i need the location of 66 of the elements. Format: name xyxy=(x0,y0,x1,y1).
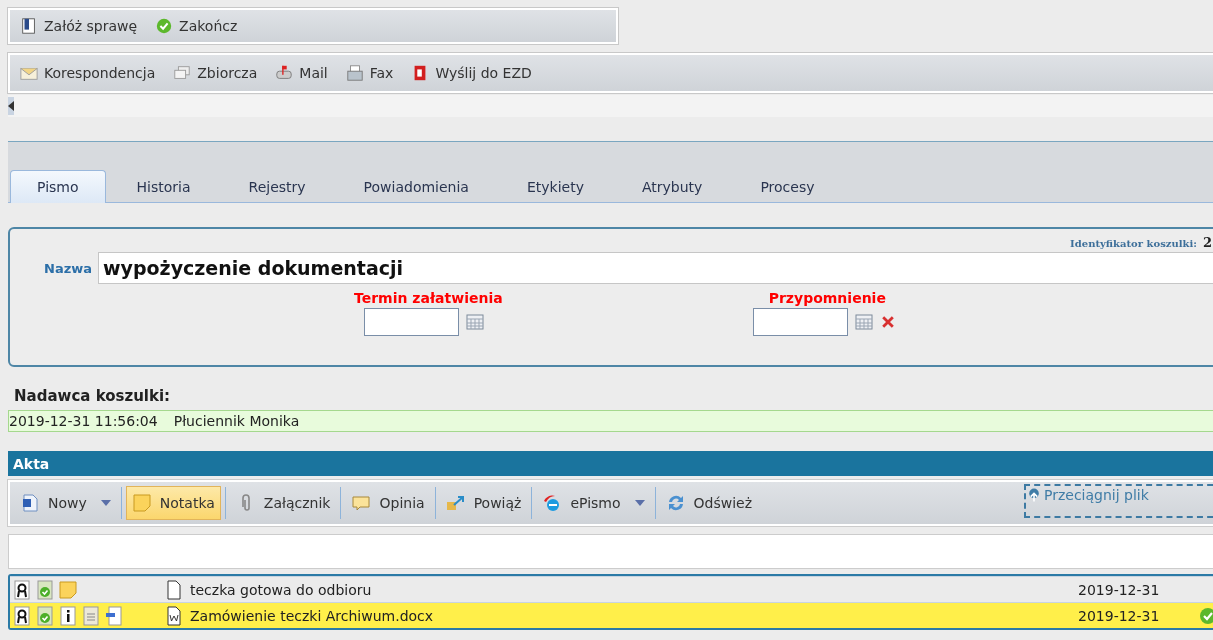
toolbar-button[interactable]: Fax xyxy=(345,64,394,82)
name-label: Nazwa xyxy=(44,260,92,276)
tab[interactable]: Atrybuty xyxy=(614,170,730,203)
identifier-label: Identyfikator koszulki: xyxy=(1070,238,1197,249)
caret-icon xyxy=(100,500,111,506)
name-field[interactable]: wypożyczenie dokumentacji xyxy=(98,252,1213,284)
tab[interactable]: Pismo xyxy=(10,170,106,203)
due-date-label: Termin załatwienia xyxy=(354,290,503,306)
toolbar-button[interactable]: Załóż sprawę xyxy=(20,17,138,35)
due-date-field[interactable] xyxy=(364,308,459,336)
file-name: teczka gotowa do odbioru xyxy=(189,581,373,598)
ribbon-icon xyxy=(12,579,32,600)
sticky-note-icon xyxy=(58,579,78,600)
tab[interactable]: Powiadomienia xyxy=(336,170,496,203)
collapse-button[interactable] xyxy=(8,97,14,115)
identifier-value: 2 xyxy=(1202,235,1212,250)
check-icon xyxy=(1198,605,1213,626)
file-date: 2019-12-31 xyxy=(1078,581,1161,598)
caret-icon xyxy=(634,500,645,506)
filter-field[interactable] xyxy=(8,534,1213,569)
file-row[interactable]: Zamówienie teczki Archiwum.docx 2019-12-31 xyxy=(10,602,1213,628)
fax-icon xyxy=(345,64,364,82)
check-icon xyxy=(155,17,174,35)
calendar-icon xyxy=(853,312,874,332)
envelopes-icon xyxy=(173,64,192,82)
tab[interactable]: Historia xyxy=(109,170,218,203)
reminder-label: Przypomnienie xyxy=(767,290,886,306)
toolbar-button[interactable]: Mail xyxy=(275,64,328,82)
mailbox-icon xyxy=(275,64,294,82)
toolbar-button[interactable]: Zakończ xyxy=(155,17,238,35)
link-arrows-icon xyxy=(445,493,466,513)
sender-title: Nadawca koszulki: xyxy=(13,387,172,405)
ribbon-icon xyxy=(12,605,32,626)
word-file-icon xyxy=(164,605,184,626)
toolbar-button[interactable]: Opinia xyxy=(345,486,431,520)
file-name: Zamówienie teczki Archiwum.docx xyxy=(189,607,435,624)
sender-date: 2019-12-31 11:56:04 xyxy=(9,413,158,429)
upload-icon xyxy=(1026,487,1042,503)
page-icon xyxy=(164,579,184,600)
tab[interactable]: Procesy xyxy=(733,170,842,203)
section-title: Akta xyxy=(13,455,50,472)
tab[interactable]: Rejestry xyxy=(221,170,333,203)
word-document-icon xyxy=(20,493,40,513)
toolbar-button[interactable]: Zbiorcza xyxy=(173,64,258,82)
collapse-arrow-icon xyxy=(8,101,14,111)
tab[interactable]: Etykiety xyxy=(499,170,611,203)
sender-name: Płuciennik Monika xyxy=(173,413,300,429)
binder-icon xyxy=(20,17,38,35)
calendar-icon xyxy=(465,312,485,332)
approved-document-icon xyxy=(35,605,55,626)
toolbar-button[interactable]: Nowy xyxy=(14,486,117,520)
toolbar-button[interactable]: Notatka xyxy=(125,486,221,520)
comment-icon xyxy=(351,493,372,513)
toolbar-button[interactable]: ePismo xyxy=(536,486,651,520)
form-icon xyxy=(104,605,124,626)
toolbar-button[interactable]: Wyślij do EZD xyxy=(411,64,532,82)
toolbar-button[interactable]: Korespondencja xyxy=(20,64,156,82)
info-icon xyxy=(58,605,78,626)
sticky-note-icon xyxy=(131,493,152,513)
toolbar-button[interactable]: Odśwież xyxy=(659,486,759,520)
file-row[interactable]: teczka gotowa do odbioru 2019-12-31 xyxy=(10,576,1213,602)
toolbar-button[interactable]: Powiąż xyxy=(439,486,528,520)
reminder-field[interactable] xyxy=(752,308,848,336)
file-date: 2019-12-31 xyxy=(1078,607,1161,624)
toolbar-button[interactable]: Załącznik xyxy=(229,486,337,520)
approved-document-icon xyxy=(35,579,55,600)
